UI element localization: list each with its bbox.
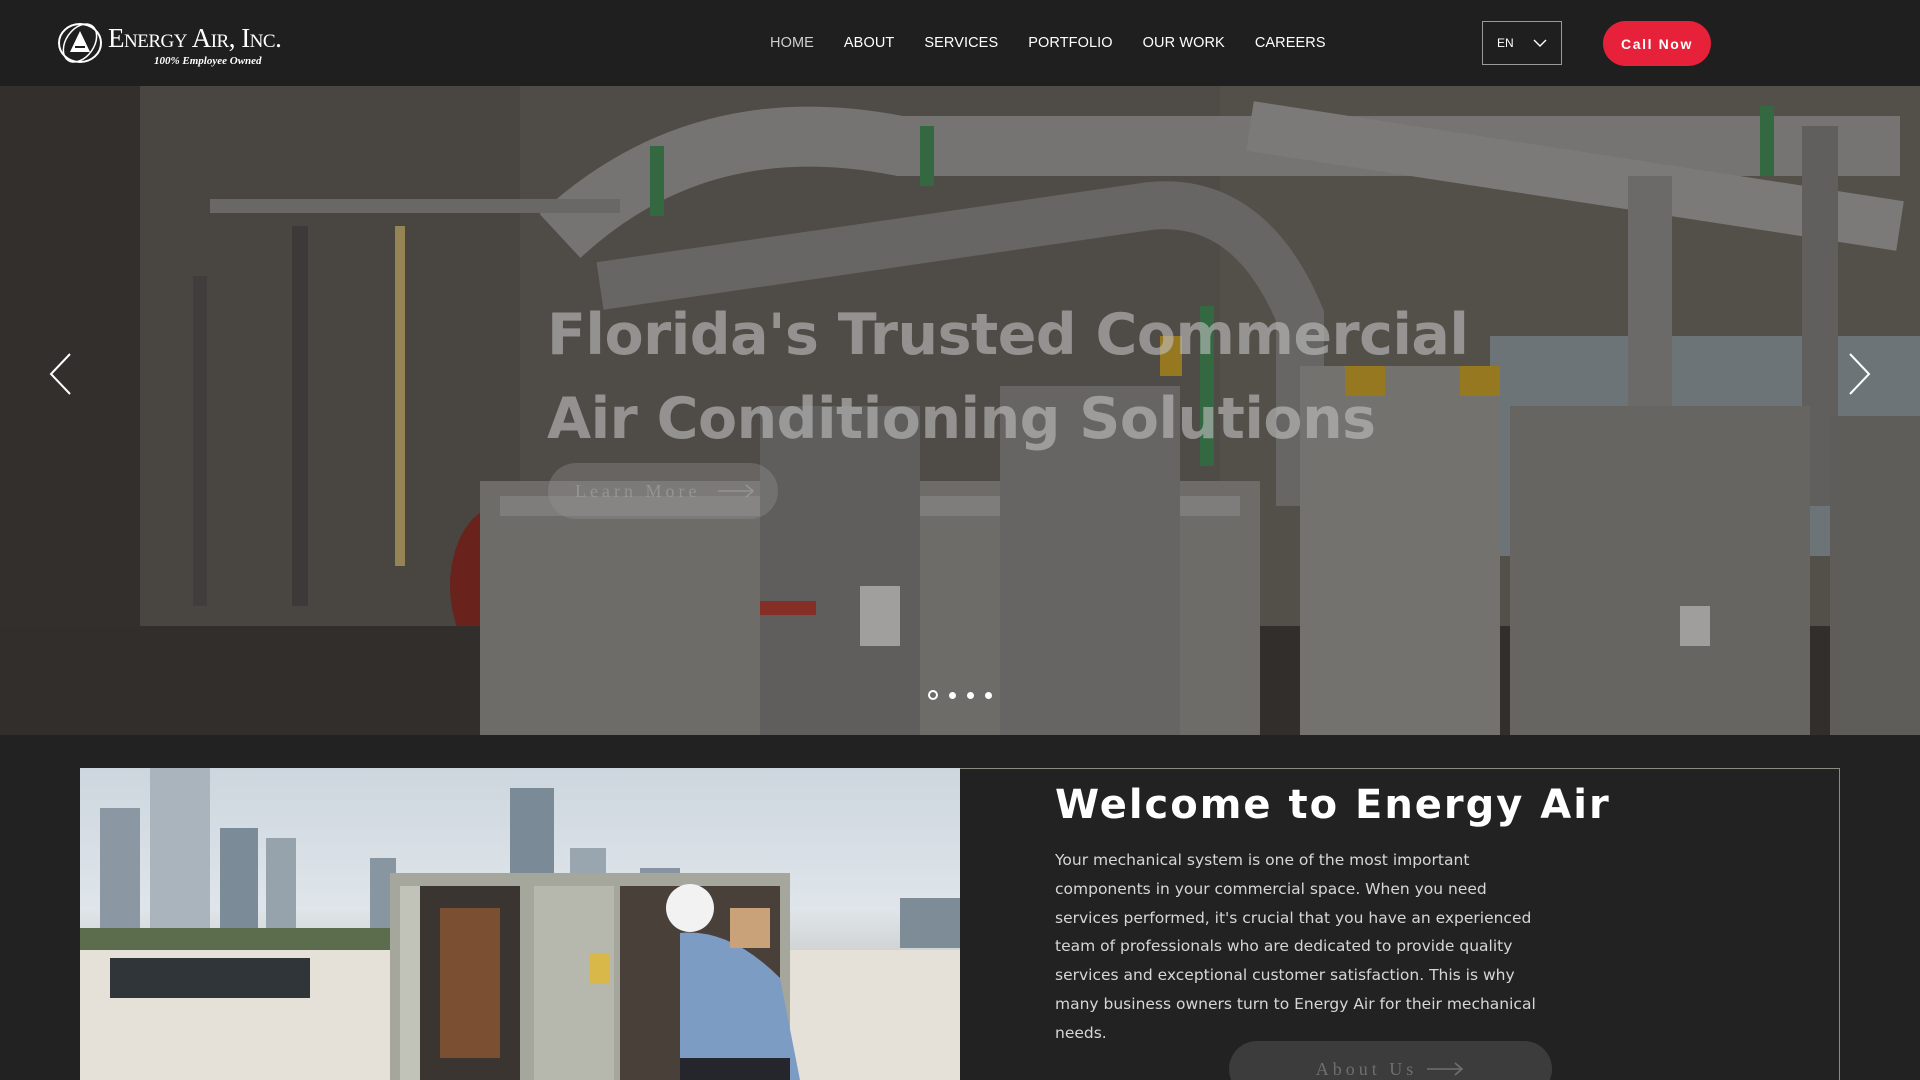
logo-tagline: 100% Employee Owned xyxy=(154,55,262,67)
nav-home[interactable]: HOME xyxy=(770,35,814,51)
slide-dot-2[interactable] xyxy=(949,691,956,699)
arrow-right-icon xyxy=(1427,1062,1464,1076)
learn-more-label: Learn More xyxy=(575,480,701,501)
nav-services[interactable]: SERVICES xyxy=(924,35,998,51)
hero-title: Florida's Trusted Commercial Air Conditi… xyxy=(547,302,1469,452)
about-us-button[interactable]: About Us xyxy=(1229,1041,1552,1080)
slide-dot-1[interactable] xyxy=(928,690,938,700)
welcome-body: Your mechanical system is one of the mos… xyxy=(1055,851,1536,1042)
slide-dot-4[interactable] xyxy=(985,691,992,699)
language-label: EN xyxy=(1497,36,1514,50)
call-now-button[interactable]: Call Now xyxy=(1603,21,1711,66)
nav-about[interactable]: ABOUT xyxy=(844,35,894,51)
welcome-title: Welcome to Energy Air xyxy=(1055,782,1611,828)
technician-image xyxy=(80,768,960,1080)
nav-portfolio[interactable]: PORTFOLIO xyxy=(1028,35,1112,51)
slide-indicator xyxy=(928,690,1003,700)
about-us-label: About Us xyxy=(1315,1058,1418,1079)
logo[interactable]: Energy Air, Inc. 100% Employee Owned xyxy=(56,17,282,69)
nav-careers[interactable]: CAREERS xyxy=(1255,35,1326,51)
learn-more-button[interactable]: Learn More xyxy=(548,463,778,519)
nav-our-work[interactable]: OUR WORK xyxy=(1143,35,1225,51)
language-selector[interactable]: EN xyxy=(1482,21,1562,65)
arrow-right-icon xyxy=(718,484,755,498)
chevron-left-icon[interactable] xyxy=(48,352,72,396)
hero-slideshow: Florida's Trusted Commercial Air Conditi… xyxy=(0,86,1920,735)
logo-name: Energy Air, Inc. xyxy=(108,23,282,53)
logo-icon xyxy=(58,23,102,63)
chevron-down-icon xyxy=(1533,39,1547,47)
technician-photo xyxy=(80,768,960,1080)
site-header: Energy Air, Inc. 100% Employee Owned HOM… xyxy=(0,0,1920,86)
main-nav: HOME ABOUT SERVICES PORTFOLIO OUR WORK C… xyxy=(770,0,1356,86)
chevron-right-icon[interactable] xyxy=(1848,352,1872,396)
slide-dot-3[interactable] xyxy=(967,691,974,699)
